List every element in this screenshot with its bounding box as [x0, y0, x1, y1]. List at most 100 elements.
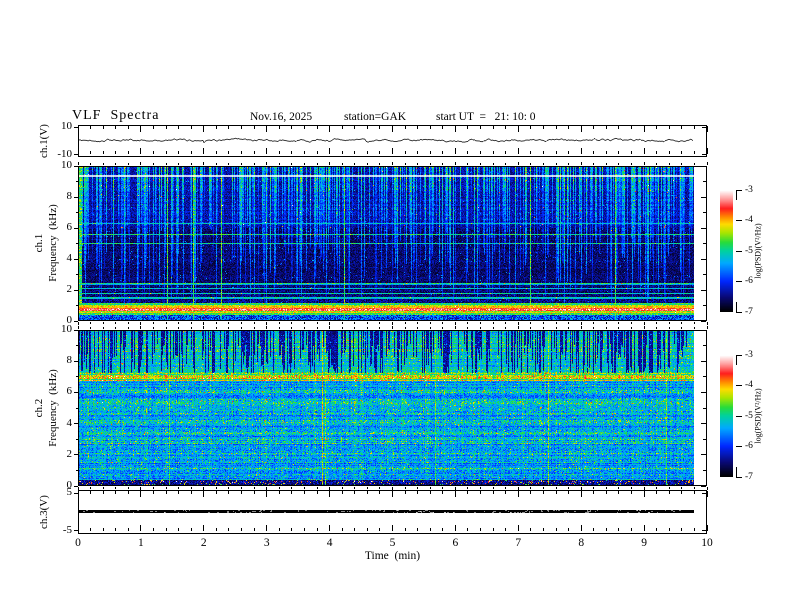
x-minor-tick — [656, 327, 658, 329]
x-minor-tick — [303, 126, 305, 129]
x-minor-tick — [429, 491, 431, 494]
header-date: Nov.16, 2025 — [250, 111, 313, 123]
x-major-tick — [392, 322, 393, 325]
x-major-tick — [454, 322, 456, 325]
x-major-tick — [580, 148, 582, 154]
x-minor-tick — [605, 151, 607, 154]
x-minor-tick — [417, 126, 419, 129]
x-minor-tick — [366, 491, 368, 494]
x-minor-tick — [656, 528, 658, 531]
x-minor-tick — [215, 151, 217, 154]
x-major-tick — [643, 487, 645, 490]
freq-tick-label: 8 — [66, 190, 73, 202]
x-minor-tick — [480, 322, 482, 324]
colorbar-tick-label: -4 — [745, 380, 753, 390]
x-minor-tick — [316, 491, 318, 494]
x-minor-tick — [542, 126, 544, 129]
freq-tick-label: 4 — [66, 252, 73, 264]
x-minor-tick — [605, 163, 607, 165]
freq-tick-label: 8 — [66, 354, 73, 367]
x-major-tick — [454, 491, 456, 497]
x-minor-tick — [241, 322, 243, 324]
ch1-spec-frequency-label: Frequency (kHz) — [47, 204, 59, 282]
x-minor-tick — [530, 528, 532, 531]
x-minor-tick — [555, 126, 557, 129]
x-minor-tick — [291, 327, 293, 329]
y-tick-left — [74, 154, 78, 156]
x-minor-tick — [656, 491, 658, 494]
x-minor-tick — [467, 151, 469, 154]
x-minor-tick — [253, 126, 255, 129]
x-minor-tick — [127, 322, 129, 324]
y-tick-left — [74, 530, 78, 532]
ch1-voltage-trace — [79, 126, 694, 156]
x-minor-tick — [379, 126, 381, 129]
freq-major-tick — [74, 227, 78, 229]
freq-tick-label: 2 — [66, 447, 73, 460]
x-major-tick — [77, 322, 79, 325]
colorbar-1 — [720, 190, 733, 317]
colorbar-tick — [736, 189, 742, 191]
x-tick-label: 7 — [515, 537, 522, 549]
x-minor-tick — [366, 528, 368, 531]
x-minor-tick — [215, 487, 217, 489]
x-minor-tick — [693, 151, 695, 154]
x-major-tick — [203, 525, 205, 531]
x-minor-tick — [530, 126, 532, 129]
freq-minor-tick-right — [703, 345, 706, 347]
x-minor-tick — [417, 151, 419, 154]
x-major-tick — [266, 487, 268, 490]
header-station: station=GAK — [344, 111, 407, 123]
x-major-tick — [706, 487, 708, 490]
x-major-tick — [706, 491, 708, 497]
x-minor-tick — [102, 528, 104, 531]
x-minor-tick — [278, 126, 280, 129]
x-minor-tick — [102, 487, 104, 489]
x-minor-tick — [215, 528, 217, 531]
x-minor-tick — [555, 151, 557, 154]
x-minor-tick — [555, 528, 557, 531]
freq-major-tick-right — [701, 227, 706, 229]
x-minor-tick — [215, 126, 217, 129]
x-minor-tick — [429, 487, 431, 489]
x-minor-tick — [341, 322, 343, 324]
colorbar-tick-label: -5 — [745, 245, 753, 256]
x-minor-tick — [480, 487, 482, 489]
x-major-tick — [392, 487, 393, 490]
x-minor-tick — [152, 528, 154, 531]
freq-minor-tick-right — [703, 438, 706, 440]
x-minor-tick — [165, 327, 167, 329]
x-minor-tick — [354, 322, 356, 324]
x-major-tick — [643, 162, 645, 165]
x-minor-tick — [429, 322, 431, 324]
freq-tick-label: 10 — [61, 159, 72, 171]
x-tick-label: 8 — [578, 537, 585, 549]
x-minor-tick — [492, 528, 494, 531]
x-minor-tick — [278, 491, 280, 494]
x-minor-tick — [605, 126, 607, 129]
x-major-tick — [329, 525, 331, 531]
x-minor-tick — [530, 151, 532, 154]
x-minor-tick — [631, 487, 633, 489]
x-minor-tick — [341, 163, 343, 165]
freq-minor-tick-right — [703, 407, 706, 409]
x-minor-tick — [90, 491, 92, 494]
x-minor-tick — [241, 528, 243, 531]
x-minor-tick — [303, 151, 305, 154]
time-axis-label: Time (min) — [364, 550, 421, 562]
x-minor-tick — [190, 151, 192, 154]
x-minor-tick — [492, 126, 494, 129]
x-minor-tick — [467, 528, 469, 531]
x-minor-tick — [190, 126, 192, 129]
x-minor-tick — [480, 163, 482, 165]
x-minor-tick — [228, 528, 230, 531]
x-minor-tick — [354, 163, 356, 165]
x-minor-tick — [605, 322, 607, 324]
colorbar-tick-label: -5 — [745, 410, 753, 421]
x-minor-tick — [442, 126, 444, 129]
colorbar-tick — [736, 354, 742, 356]
x-minor-tick — [417, 491, 419, 494]
x-minor-tick — [681, 151, 683, 154]
x-minor-tick — [341, 528, 343, 531]
x-minor-tick — [278, 327, 280, 329]
